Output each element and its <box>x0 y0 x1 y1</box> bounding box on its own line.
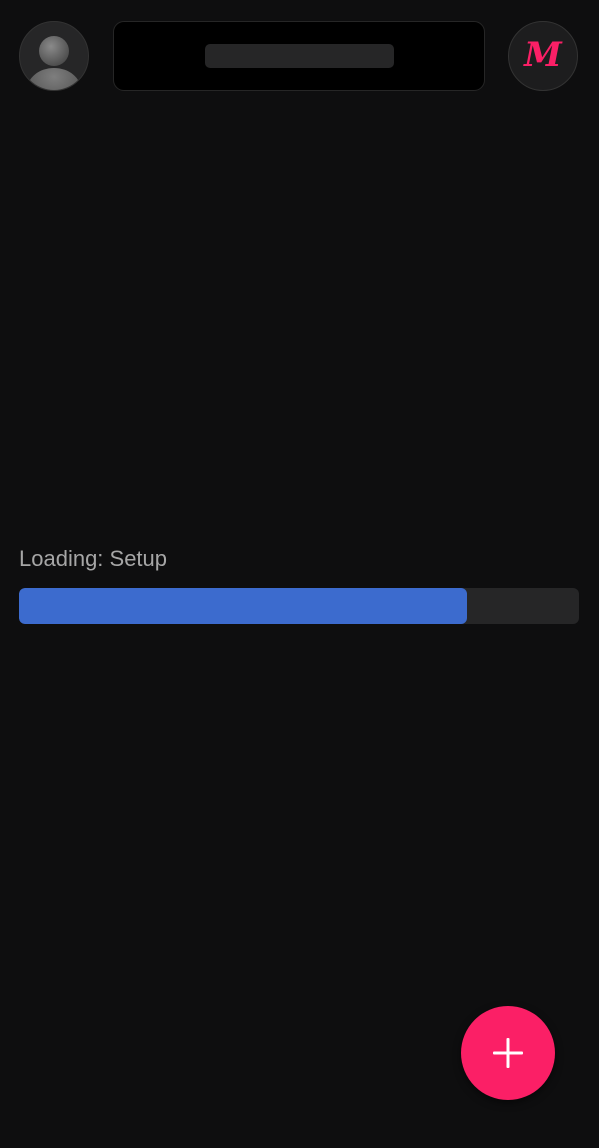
search-bar[interactable] <box>113 21 485 91</box>
brand-logo-button[interactable]: M <box>508 21 578 91</box>
loading-progress-fill <box>19 588 467 624</box>
app-screen: M Loading: Setup <box>0 0 599 1148</box>
loading-progress-bar <box>19 588 579 624</box>
add-button[interactable] <box>461 1006 555 1100</box>
profile-avatar-button[interactable] <box>19 21 89 91</box>
user-avatar-icon <box>27 36 81 90</box>
m-logo-icon: M <box>524 35 562 75</box>
plus-icon <box>493 1038 523 1068</box>
loading-label: Loading: Setup <box>19 546 168 571</box>
search-placeholder <box>205 44 394 68</box>
